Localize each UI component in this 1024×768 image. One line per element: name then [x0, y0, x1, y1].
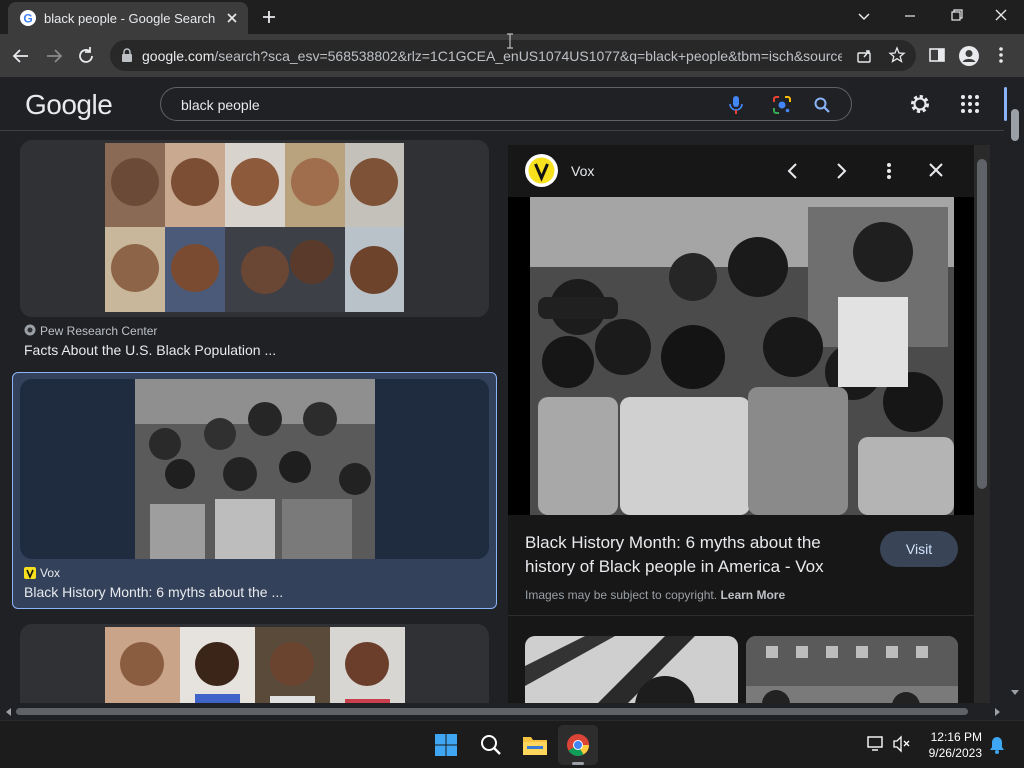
crowd-photo-large [530, 197, 954, 515]
taskbar-search-icon[interactable] [479, 733, 503, 757]
result-title-pew[interactable]: Facts About the U.S. Black Population ..… [24, 342, 276, 358]
related-image-street[interactable] [746, 636, 958, 703]
google-header: Google black people [0, 77, 1004, 131]
panel-divider [508, 615, 974, 616]
crowd-photo-thumbnail [135, 379, 375, 559]
volume-muted-icon[interactable] [892, 735, 912, 753]
vox-logo-icon[interactable] [525, 154, 558, 187]
portraits-collage-image [105, 627, 405, 703]
tab-search-chevron-icon[interactable] [852, 6, 876, 26]
result-image-pew[interactable] [20, 140, 489, 317]
result-image-portraits[interactable] [20, 624, 489, 703]
result-image-vox[interactable] [20, 379, 489, 559]
new-tab-icon[interactable] [260, 8, 278, 26]
browser-tab[interactable]: G black people - Google Search [8, 2, 248, 34]
image-preview-panel: Vox Black History Month: 6 myths about t… [508, 145, 974, 703]
close-tab-icon[interactable] [224, 10, 240, 26]
result-source-vox[interactable]: Vox [40, 566, 60, 580]
page-vertical-scrollbar[interactable] [1004, 77, 1024, 703]
search-input[interactable]: black people [181, 97, 260, 113]
close-window-icon[interactable] [989, 6, 1013, 26]
url-path: /search?sca_esv=568538802&rlz=1C1GCEA_en… [214, 48, 842, 64]
copyright-notice: Images may be subject to copyright. Lear… [525, 588, 785, 602]
street-photo-thumbnail [746, 636, 958, 703]
text-cursor-icon [506, 33, 514, 49]
reload-icon[interactable] [75, 45, 97, 67]
minimize-icon[interactable] [898, 6, 922, 26]
page-scrollbar-thumb[interactable] [1011, 109, 1019, 141]
running-indicator [572, 762, 584, 765]
clock-time[interactable]: 12:16 PM [928, 730, 982, 744]
back-icon[interactable] [10, 45, 32, 67]
chrome-icon [566, 733, 590, 757]
close-panel-icon[interactable] [926, 160, 946, 180]
vox-favicon-icon [24, 567, 36, 579]
visit-button[interactable]: Visit [880, 531, 958, 567]
scroll-left-arrow-icon[interactable] [4, 707, 12, 717]
horizontal-scrollbar-thumb[interactable] [16, 708, 968, 715]
page-horizontal-scrollbar[interactable] [0, 703, 1006, 720]
flag-photo-thumbnail [525, 636, 738, 703]
settings-gear-icon[interactable] [908, 92, 932, 116]
bookmark-star-icon[interactable] [888, 46, 906, 64]
google-apps-icon[interactable] [960, 94, 980, 114]
faces-collage-image [20, 140, 489, 317]
preview-image-frame[interactable] [508, 197, 974, 515]
result-title-vox[interactable]: Black History Month: 6 myths about the .… [24, 584, 283, 600]
scroll-indicator [1004, 87, 1007, 121]
scroll-down-arrow-icon[interactable] [1010, 689, 1020, 697]
browser-menu-icon[interactable] [996, 46, 1006, 64]
lens-search-icon[interactable] [772, 95, 792, 115]
search-box[interactable]: black people [160, 87, 852, 121]
copyright-text: Images may be subject to copyright. [525, 588, 718, 602]
more-options-icon[interactable] [884, 161, 894, 181]
related-image-flag[interactable] [525, 636, 738, 703]
windows-start-icon[interactable] [434, 733, 458, 757]
restore-icon[interactable] [944, 6, 968, 26]
windows-taskbar: 12:16 PM 9/26/2023 [0, 720, 1024, 768]
browser-tab-strip: G black people - Google Search [0, 0, 1024, 34]
network-icon[interactable] [866, 735, 886, 753]
result-source-pew[interactable]: Pew Research Center [40, 324, 157, 338]
profile-avatar-icon[interactable] [958, 45, 980, 67]
google-logo[interactable]: Google [25, 89, 113, 121]
url-text: google.com/search?sca_esv=568538802&rlz=… [142, 48, 842, 64]
clock-date[interactable]: 9/26/2023 [918, 746, 982, 760]
previous-image-icon[interactable] [784, 161, 802, 181]
google-favicon-icon: G [20, 10, 36, 26]
panel-scrollbar-thumb[interactable] [977, 159, 987, 489]
side-panel-icon[interactable] [928, 46, 946, 64]
panel-scrollbar[interactable] [974, 145, 990, 703]
search-icon[interactable] [813, 96, 831, 114]
file-explorer-icon[interactable] [522, 733, 548, 757]
svg-text:G: G [23, 12, 32, 26]
pew-favicon-icon [24, 324, 36, 336]
image-results-grid: Pew Research Center Facts About the U.S.… [0, 131, 508, 703]
voice-search-icon[interactable] [727, 95, 745, 115]
next-image-icon[interactable] [832, 161, 850, 181]
panel-source-name[interactable]: Vox [571, 163, 594, 179]
notification-bell-icon[interactable] [988, 735, 1006, 755]
forward-icon[interactable] [43, 45, 65, 67]
url-host: google.com [142, 48, 215, 64]
chrome-taskbar-button[interactable] [558, 725, 598, 765]
panel-image-title[interactable]: Black History Month: 6 myths about the h… [525, 531, 865, 579]
share-icon[interactable] [855, 47, 873, 65]
tab-title: black people - Google Search [44, 11, 216, 26]
scroll-right-arrow-icon[interactable] [994, 707, 1002, 717]
learn-more-link[interactable]: Learn More [720, 588, 785, 602]
lock-icon[interactable] [120, 48, 134, 63]
